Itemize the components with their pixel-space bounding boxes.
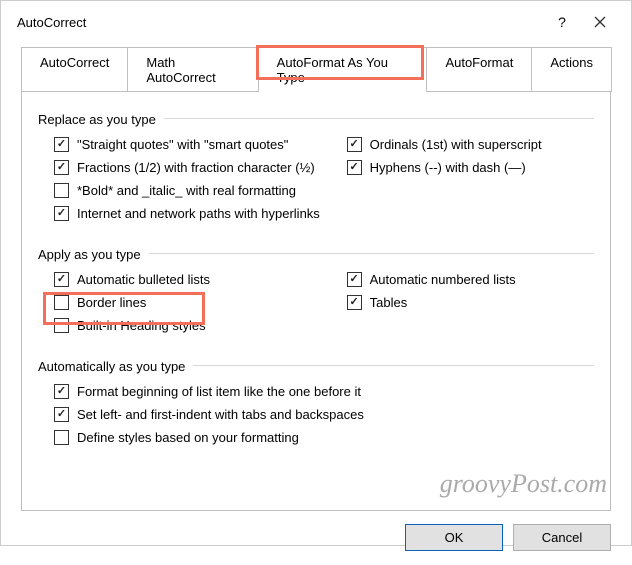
- checkbox-icon[interactable]: [54, 407, 69, 422]
- checkbox-label: Automatic numbered lists: [370, 272, 516, 287]
- window-title: AutoCorrect: [17, 15, 543, 30]
- checkbox-label: Tables: [370, 295, 408, 310]
- tab-panel: Replace as you type "Straight quotes" wi…: [21, 91, 611, 511]
- divider: [164, 118, 594, 119]
- checkbox-label: Ordinals (1st) with superscript: [370, 137, 542, 152]
- checkbox-icon[interactable]: [54, 206, 69, 221]
- apply-right-column: Automatic numbered lists Tables: [331, 264, 594, 341]
- ok-button[interactable]: OK: [405, 524, 503, 551]
- tab-autoformat-as-you-type[interactable]: AutoFormat As You Type: [258, 47, 428, 92]
- section-apply-label: Apply as you type: [38, 247, 141, 262]
- checkbox-label: "Straight quotes" with "smart quotes": [77, 137, 288, 152]
- checkbox-fractions[interactable]: Fractions (1/2) with fraction character …: [54, 160, 331, 175]
- checkbox-hyperlinks[interactable]: Internet and network paths with hyperlin…: [54, 206, 331, 221]
- checkbox-icon[interactable]: [347, 272, 362, 287]
- tab-actions[interactable]: Actions: [531, 47, 612, 92]
- checkbox-label: Built-in Heading styles: [77, 318, 206, 333]
- checkbox-label: Automatic bulleted lists: [77, 272, 210, 287]
- checkbox-label: Hyphens (--) with dash (—): [370, 160, 526, 175]
- close-icon: [594, 16, 606, 28]
- section-auto-header: Automatically as you type: [38, 355, 594, 376]
- dialog-footer: OK Cancel: [1, 524, 631, 565]
- checkbox-icon[interactable]: [54, 160, 69, 175]
- checkbox-set-indent[interactable]: Set left- and first-indent with tabs and…: [54, 407, 594, 422]
- checkbox-label: Fractions (1/2) with fraction character …: [77, 160, 315, 175]
- checkbox-numbered-lists[interactable]: Automatic numbered lists: [347, 272, 594, 287]
- divider: [193, 365, 594, 366]
- checkbox-tables[interactable]: Tables: [347, 295, 594, 310]
- checkbox-label: Border lines: [77, 295, 146, 310]
- tab-math-autocorrect[interactable]: Math AutoCorrect: [127, 47, 258, 92]
- checkbox-icon[interactable]: [54, 295, 69, 310]
- tab-strip: AutoCorrect Math AutoCorrect AutoFormat …: [21, 47, 611, 92]
- close-button[interactable]: [581, 16, 619, 28]
- checkbox-ordinals[interactable]: Ordinals (1st) with superscript: [347, 137, 594, 152]
- checkbox-icon[interactable]: [54, 137, 69, 152]
- checkbox-border-lines[interactable]: Border lines: [54, 295, 331, 310]
- checkbox-label: Internet and network paths with hyperlin…: [77, 206, 320, 221]
- checkbox-icon[interactable]: [347, 137, 362, 152]
- help-button[interactable]: ?: [543, 14, 581, 30]
- checkbox-icon[interactable]: [347, 295, 362, 310]
- checkbox-icon[interactable]: [54, 318, 69, 333]
- checkbox-format-beginning[interactable]: Format beginning of list item like the o…: [54, 384, 594, 399]
- checkbox-bold-italic[interactable]: *Bold* and _italic_ with real formatting: [54, 183, 331, 198]
- checkbox-define-styles[interactable]: Define styles based on your formatting: [54, 430, 594, 445]
- section-replace-label: Replace as you type: [38, 112, 156, 127]
- tab-autoformat[interactable]: AutoFormat: [426, 47, 532, 92]
- titlebar: AutoCorrect ?: [1, 1, 631, 41]
- cancel-button[interactable]: Cancel: [513, 524, 611, 551]
- checkbox-label: Format beginning of list item like the o…: [77, 384, 361, 399]
- checkbox-heading-styles[interactable]: Built-in Heading styles: [54, 318, 331, 333]
- tab-autocorrect[interactable]: AutoCorrect: [21, 47, 128, 92]
- section-auto-label: Automatically as you type: [38, 359, 185, 374]
- checkbox-hyphens-dash[interactable]: Hyphens (--) with dash (—): [347, 160, 594, 175]
- section-replace-header: Replace as you type: [38, 108, 594, 129]
- replace-left-column: "Straight quotes" with "smart quotes" Fr…: [38, 129, 331, 229]
- checkbox-label: Define styles based on your formatting: [77, 430, 299, 445]
- checkbox-bulleted-lists[interactable]: Automatic bulleted lists: [54, 272, 331, 287]
- divider: [149, 253, 594, 254]
- checkbox-straight-quotes[interactable]: "Straight quotes" with "smart quotes": [54, 137, 331, 152]
- checkbox-icon[interactable]: [54, 430, 69, 445]
- checkbox-icon[interactable]: [54, 183, 69, 198]
- checkbox-label: *Bold* and _italic_ with real formatting: [77, 183, 296, 198]
- section-apply-header: Apply as you type: [38, 243, 594, 264]
- checkbox-icon[interactable]: [54, 272, 69, 287]
- replace-right-column: Ordinals (1st) with superscript Hyphens …: [331, 129, 594, 229]
- checkbox-label: Set left- and first-indent with tabs and…: [77, 407, 364, 422]
- apply-left-column: Automatic bulleted lists Border lines Bu…: [38, 264, 331, 341]
- checkbox-icon[interactable]: [54, 384, 69, 399]
- checkbox-icon[interactable]: [347, 160, 362, 175]
